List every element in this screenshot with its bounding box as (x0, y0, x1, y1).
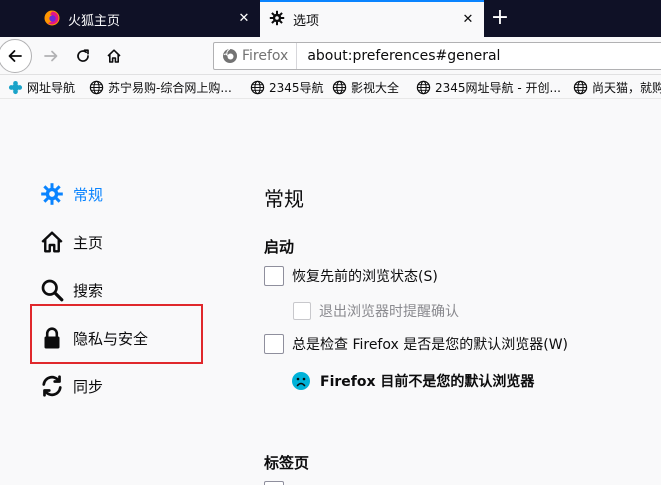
checkbox-label: 退出浏览器时提醒确认 (319, 304, 459, 320)
tab-strip: 火狐主页 ✕ 选项 ✕ + (0, 0, 661, 37)
puzzle-icon (8, 80, 23, 94)
home-icon (107, 49, 121, 63)
arrow-left-icon (8, 50, 22, 62)
check-default-checkbox-row[interactable]: 总是检查 Firefox 是否是您的默认浏览器(W) (264, 334, 568, 354)
home-button[interactable] (99, 41, 129, 71)
tabs-checkbox-row[interactable] (264, 481, 284, 485)
firefox-logo-icon (223, 48, 237, 63)
tab-title: 选项 (293, 14, 320, 29)
tab-title: 火狐主页 (68, 14, 121, 29)
globe-icon (332, 80, 347, 94)
globe-icon (89, 80, 104, 94)
startup-section-title: 启动 (264, 238, 295, 256)
warn-on-quit-checkbox[interactable] (293, 302, 311, 320)
bookmark-item[interactable]: 尚天猫，就购 (573, 78, 661, 96)
search-icon (41, 279, 64, 302)
checkbox-label: 总是检查 Firefox 是否是您的默认浏览器(W) (292, 337, 569, 353)
check-default-checkbox[interactable] (264, 334, 284, 354)
bookmarks-toolbar: 网址导航 苏宁易购-综合网上购... 2345导航 影视大全 2345网址导航 … (0, 75, 661, 99)
bookmark-label: 2345网址导航 - 开创... (435, 80, 561, 95)
globe-icon (250, 80, 265, 94)
category-label: 主页 (73, 233, 104, 252)
close-icon[interactable]: ✕ (460, 12, 476, 28)
bookmark-item[interactable]: 2345网址导航 - 开创... (416, 78, 561, 96)
new-tab-button[interactable]: + (486, 6, 514, 32)
bookmark-item[interactable]: 2345导航 (250, 78, 324, 96)
restore-session-checkbox-row[interactable]: 恢复先前的浏览状态(S) (264, 266, 438, 286)
bookmark-label: 影视大全 (351, 80, 400, 95)
category-label: 同步 (73, 377, 104, 396)
category-general[interactable]: 常规 (40, 181, 103, 207)
gear-icon (269, 10, 285, 30)
identity-label: Firefox (242, 48, 289, 64)
firefox-logo-icon (44, 10, 60, 30)
category-search[interactable]: 搜索 (40, 277, 103, 303)
reload-icon (77, 49, 89, 62)
globe-icon (573, 80, 588, 94)
identity-box[interactable]: Firefox (214, 43, 298, 69)
category-home[interactable]: 主页 (40, 229, 103, 255)
plus-icon: + (490, 5, 510, 30)
highlight-annotation (30, 304, 203, 364)
close-icon[interactable]: ✕ (236, 11, 252, 27)
bookmark-label: 苏宁易购-综合网上购... (108, 80, 232, 95)
warn-on-quit-checkbox-row[interactable]: 退出浏览器时提醒确认 (293, 301, 459, 321)
forward-button[interactable] (36, 41, 66, 71)
preferences-content: 常规 主页 搜索 隐私与安全 同步 常规 启动 恢复先前的浏览状态(S) 退出浏… (0, 100, 661, 485)
arrow-right-icon (44, 50, 58, 62)
category-label: 搜索 (73, 281, 104, 300)
page-title: 常规 (264, 187, 304, 211)
gear-icon (41, 183, 63, 205)
notice-text: Firefox 目前不是您的默认浏览器 (320, 374, 535, 390)
sync-icon (42, 375, 62, 397)
globe-icon (416, 80, 431, 94)
url-bar[interactable]: Firefox about:preferences#general (213, 42, 661, 70)
checkbox-label: 恢复先前的浏览状态(S) (292, 269, 438, 285)
bookmark-item[interactable]: 影视大全 (332, 78, 399, 96)
tab-options[interactable]: 选项 ✕ (260, 0, 484, 37)
bookmark-label: 网址导航 (27, 80, 76, 95)
home-icon (41, 231, 63, 253)
nav-bar: Firefox about:preferences#general (0, 37, 661, 75)
back-button[interactable] (0, 39, 32, 73)
bookmark-item[interactable]: 网址导航 (8, 78, 75, 96)
tabs-checkbox[interactable] (264, 481, 284, 485)
tab-firefox-home[interactable]: 火狐主页 ✕ (34, 2, 260, 37)
restore-session-checkbox[interactable] (264, 266, 284, 286)
category-sync[interactable]: 同步 (40, 373, 103, 399)
sad-face-icon (292, 372, 310, 390)
default-browser-notice: Firefox 目前不是您的默认浏览器 (291, 371, 534, 391)
bookmark-item[interactable]: 苏宁易购-综合网上购... (89, 78, 232, 96)
bookmark-label: 2345导航 (269, 80, 324, 95)
bookmark-label: 尚天猫，就购 (592, 80, 661, 95)
tabs-section-title: 标签页 (264, 454, 310, 472)
url-input[interactable]: about:preferences#general (307, 48, 500, 64)
category-label: 常规 (73, 185, 104, 204)
reload-button[interactable] (68, 41, 98, 71)
